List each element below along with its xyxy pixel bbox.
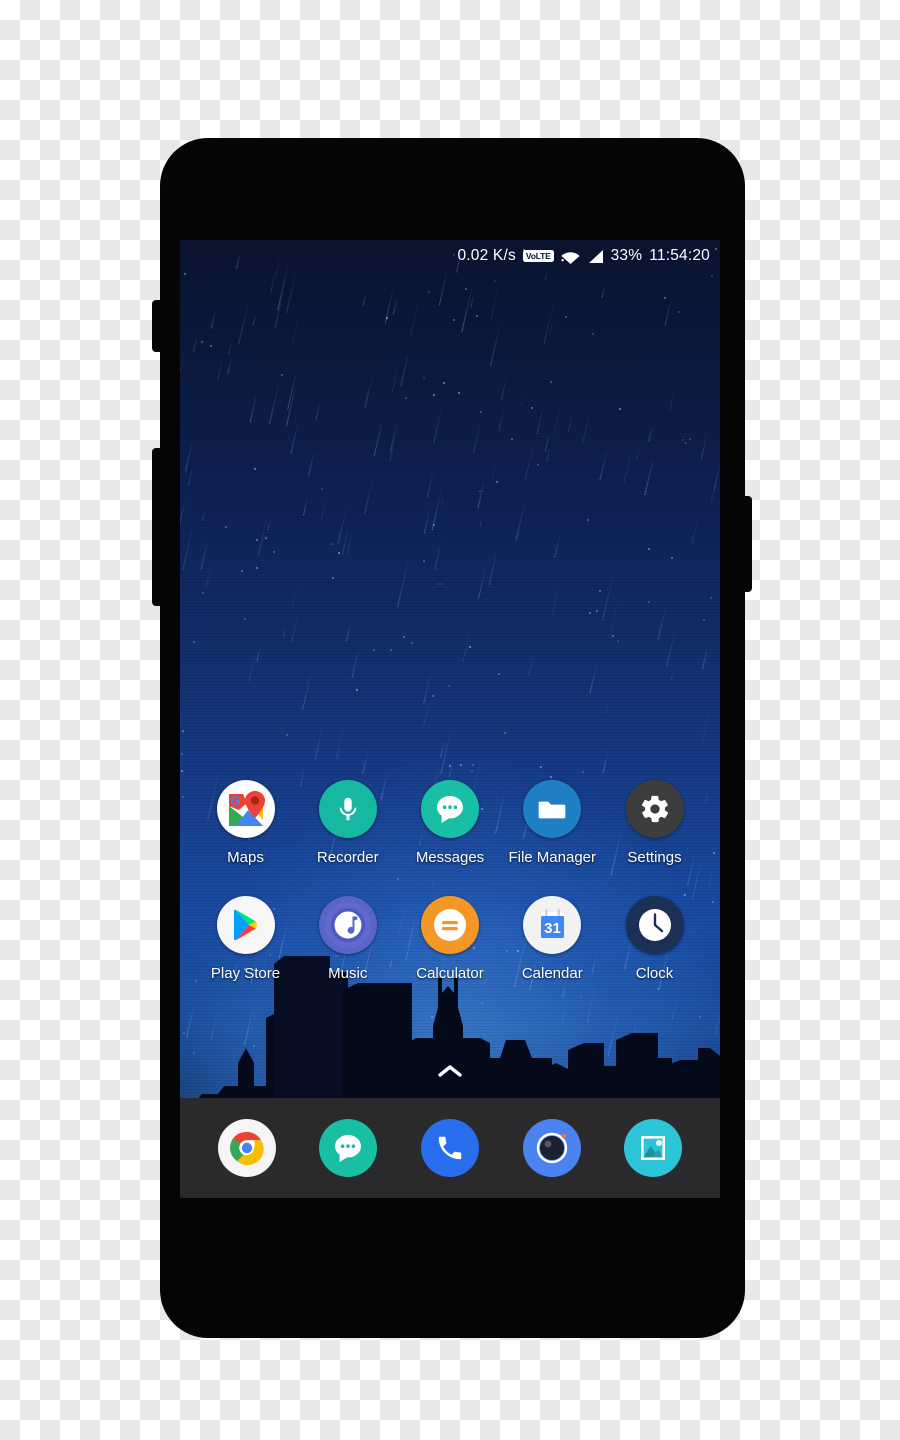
clock-icon xyxy=(625,896,684,954)
app-label: Messages xyxy=(415,849,485,866)
battery-percent-text: 33% xyxy=(610,247,643,264)
app-play-store[interactable]: Play Store xyxy=(198,896,293,982)
app-label: Play Store xyxy=(210,965,281,982)
app-maps[interactable]: G Maps xyxy=(198,780,293,866)
app-row-2: Play Store Music Calculator 31 Calendar … xyxy=(190,896,710,982)
phone-handset-icon xyxy=(420,1119,479,1177)
calendar-31-icon: 31 xyxy=(523,896,582,954)
app-recorder[interactable]: Recorder xyxy=(300,780,395,866)
microphone-icon xyxy=(318,780,377,838)
gear-icon xyxy=(625,780,684,838)
svg-text:G: G xyxy=(230,793,240,808)
app-settings[interactable]: Settings xyxy=(607,780,702,866)
app-clock[interactable]: Clock xyxy=(607,896,702,982)
chrome-icon xyxy=(217,1119,276,1177)
phone-screen: 0.02 K/s VoLTE 33% 11:54:20 G Maps Recor… xyxy=(180,240,720,1198)
home-screen-app-grid: G Maps Recorder Messages File Manager Se… xyxy=(180,780,720,1012)
chat-bubble-icon xyxy=(319,1119,378,1177)
status-bar[interactable]: 0.02 K/s VoLTE 33% 11:54:20 xyxy=(180,240,720,272)
dock-bar xyxy=(180,1098,720,1198)
equals-icon xyxy=(421,896,479,954)
signal-bars-icon xyxy=(587,249,604,264)
app-file-manager[interactable]: File Manager xyxy=(505,780,600,866)
app-label: Calendar xyxy=(521,965,583,982)
dock-app-camera[interactable] xyxy=(522,1119,581,1177)
google-maps-icon: G xyxy=(216,780,275,838)
dock-app-phone[interactable] xyxy=(420,1119,479,1177)
folder-icon xyxy=(523,780,582,838)
network-speed-text: 0.02 K/s xyxy=(457,247,516,264)
wifi-icon xyxy=(560,249,580,264)
app-label: Maps xyxy=(227,849,264,866)
app-messages[interactable]: Messages xyxy=(403,780,498,866)
app-calendar[interactable]: 31 Calendar xyxy=(505,896,600,982)
camera-lens-icon xyxy=(522,1119,581,1177)
app-label: Settings xyxy=(627,849,682,866)
volte-badge: VoLTE xyxy=(522,250,554,262)
music-note-icon xyxy=(318,896,377,954)
app-label: Recorder xyxy=(316,849,379,866)
app-label: Clock xyxy=(635,965,674,982)
app-label: Music xyxy=(328,965,368,982)
app-calculator[interactable]: Calculator xyxy=(403,896,498,982)
dock-app-messages[interactable] xyxy=(319,1119,378,1177)
status-bar-clock: 11:54:20 xyxy=(649,247,710,264)
dock-app-chrome[interactable] xyxy=(217,1119,276,1177)
app-label: Calculator xyxy=(416,965,484,982)
play-store-icon xyxy=(216,896,275,954)
app-music[interactable]: Music xyxy=(300,896,395,982)
calendar-day-number: 31 xyxy=(544,920,561,937)
dock-app-gallery[interactable] xyxy=(624,1119,683,1177)
app-row-1: G Maps Recorder Messages File Manager Se… xyxy=(190,780,710,866)
photo-frame-icon xyxy=(624,1119,683,1177)
app-label: File Manager xyxy=(508,849,597,866)
app-drawer-chevron-up-icon[interactable] xyxy=(433,1061,467,1081)
chat-bubble-icon xyxy=(421,780,479,838)
